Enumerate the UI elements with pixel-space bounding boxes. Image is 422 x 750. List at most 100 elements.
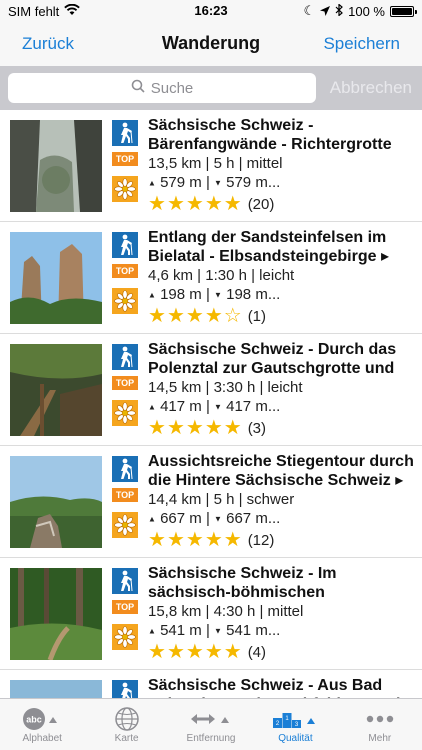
tour-meta: 14,4 km | 5 h | schwer <box>148 491 295 508</box>
hiker-icon <box>112 344 138 370</box>
star-filled-icon: ★ <box>204 641 223 663</box>
tour-list-item[interactable]: Sächsische Schweiz - Aus Bad Schandau zu… <box>0 670 422 698</box>
tab-label: Mehr <box>368 733 392 744</box>
tour-rating: ★ ★ ★ ★ ☆ (1) <box>148 306 414 326</box>
tour-altitude: ▲ 579 m | ▼ 579 m... <box>148 174 281 191</box>
edelweiss-icon <box>112 288 138 314</box>
tab-distance[interactable]: Entfernung <box>169 699 253 750</box>
star-filled-icon: ★ <box>166 529 185 551</box>
tab-label: Alphabet <box>22 733 62 744</box>
star-filled-icon: ★ <box>185 193 204 215</box>
tour-info: Sächsische Schweiz - Aus Bad Schandau zu… <box>148 676 414 698</box>
tour-rating: ★ ★ ★ ★ ★ (20) <box>148 194 414 214</box>
tab-more[interactable]: Mehr <box>338 699 422 750</box>
tour-title: Sächsische Schweiz - Durch das Polenztal… <box>148 341 397 377</box>
arrows-icon <box>189 705 233 733</box>
tour-badges: TOP <box>112 344 138 426</box>
hiker-icon <box>112 120 138 146</box>
cancel-search-button[interactable]: Abbrechen <box>330 78 412 98</box>
tour-list-item[interactable]: TOP Sächsische Schweiz - Bärenfangwände -… <box>0 110 422 222</box>
rating-count: (20) <box>247 195 275 213</box>
tab-label: Karte <box>114 733 139 744</box>
tour-list: TOP Sächsische Schweiz - Bärenfangwände -… <box>0 110 422 698</box>
tour-title: Sächsische Schweiz - Im sächsisch-böhmis… <box>148 565 337 601</box>
tour-badges: TOP <box>112 568 138 650</box>
tour-info: Entlang der Sandsteinfelsen im Bielatal … <box>148 228 414 326</box>
tour-badges: TOP <box>112 120 138 202</box>
tour-list-item[interactable]: TOP Aussichtsreiche Stiegentour durch die… <box>0 446 422 558</box>
tour-info: Sächsische Schweiz - Im sächsisch-böhmis… <box>148 564 414 662</box>
tour-title: Entlang der Sandsteinfelsen im Bielatal … <box>148 229 389 265</box>
star-filled-icon: ★ <box>166 641 185 663</box>
descent-icon: ▼ <box>214 626 222 636</box>
star-filled-icon: ★ <box>185 641 204 663</box>
rating-count: (4) <box>247 643 267 661</box>
hiker-icon <box>112 680 138 698</box>
descent-value: 667 m... <box>226 510 281 527</box>
descent-value: 579 m... <box>226 174 281 191</box>
navigation-bar: Zurück Wanderung Speichern <box>0 22 422 66</box>
edelweiss-icon <box>112 176 138 202</box>
tour-badges: TOP <box>112 232 138 314</box>
top-badge: TOP <box>112 376 138 390</box>
hiker-icon <box>112 232 138 258</box>
descent-value: 417 m... <box>226 398 281 415</box>
tab-label: Entfernung <box>186 733 236 744</box>
edelweiss-icon <box>112 400 138 426</box>
tour-altitude: ▲ 198 m | ▼ 198 m... <box>148 286 281 303</box>
rating-count: (12) <box>247 531 275 549</box>
star-filled-icon: ★ <box>204 529 223 551</box>
edelweiss-icon <box>112 512 138 538</box>
tour-rating: ★ ★ ★ ★ ★ (4) <box>148 642 414 662</box>
tour-list-item[interactable]: TOP Sächsische Schweiz - Durch das Polenz… <box>0 334 422 446</box>
tour-badges: TOP <box>112 456 138 538</box>
search-icon <box>131 79 145 97</box>
tour-thumbnail <box>10 456 102 548</box>
descent-icon: ▼ <box>214 290 222 300</box>
star-filled-icon: ★ <box>166 305 185 327</box>
hiker-icon <box>112 568 138 594</box>
tour-meta: 13,5 km | 5 h | mittel <box>148 155 283 172</box>
tab-map[interactable]: Karte <box>84 699 168 750</box>
tour-meta: 4,6 km | 1:30 h | leicht <box>148 267 295 284</box>
star-filled-icon: ★ <box>185 417 204 439</box>
search-input[interactable]: Suche <box>8 73 316 103</box>
tour-thumbnail <box>10 120 102 212</box>
tab-bar: abc Alphabet Karte Entfernung 213 Qualit… <box>0 698 422 750</box>
descent-icon: ▼ <box>214 178 222 188</box>
tour-meta: 14,5 km | 3:30 h | leicht <box>148 379 303 396</box>
tour-title: Sächsische Schweiz - Aus Bad Schandau zu… <box>148 677 414 698</box>
star-filled-icon: ★ <box>185 529 204 551</box>
star-filled-icon: ★ <box>223 193 242 215</box>
descent-value: 198 m... <box>226 286 281 303</box>
tour-list-item[interactable]: TOP Entlang der Sandsteinfelsen im Bielat… <box>0 222 422 334</box>
tour-altitude: ▲ 667 m | ▼ 667 m... <box>148 510 281 527</box>
ascent-value: 541 m <box>160 622 202 639</box>
descent-value: 541 m... <box>226 622 281 639</box>
tour-meta: 15,8 km | 4:30 h | mittel <box>148 603 304 620</box>
tour-info: Aussichtsreiche Stiegentour durch die Hi… <box>148 452 414 550</box>
battery-percent: 100 % <box>348 3 385 19</box>
tab-alphabet[interactable]: abc Alphabet <box>0 699 84 750</box>
rating-count: (3) <box>247 419 267 437</box>
tour-info: Sächsische Schweiz - Bärenfangwände - Ri… <box>148 116 414 214</box>
star-filled-icon: ★ <box>148 305 166 327</box>
star-filled-icon: ★ <box>148 417 166 439</box>
ascent-icon: ▲ <box>148 178 156 188</box>
save-button[interactable]: Speichern <box>323 34 400 54</box>
ascent-icon: ▲ <box>148 402 156 412</box>
star-filled-icon: ★ <box>148 529 166 551</box>
globe-icon <box>114 705 140 733</box>
tab-quality[interactable]: 213 Qualität <box>253 699 337 750</box>
star-filled-icon: ★ <box>166 417 185 439</box>
tour-thumbnail <box>10 344 102 436</box>
star-empty-icon: ☆ <box>223 305 242 327</box>
tour-list-item[interactable]: TOP Sächsische Schweiz - Im sächsisch-böh… <box>0 558 422 670</box>
descent-icon: ▼ <box>214 402 222 412</box>
top-badge: TOP <box>112 488 138 502</box>
star-filled-icon: ★ <box>223 529 242 551</box>
tour-title: Sächsische Schweiz - Bärenfangwände - Ri… <box>148 117 392 153</box>
tour-badges <box>112 680 138 698</box>
star-filled-icon: ★ <box>223 641 242 663</box>
location-arrow-icon <box>320 4 331 19</box>
